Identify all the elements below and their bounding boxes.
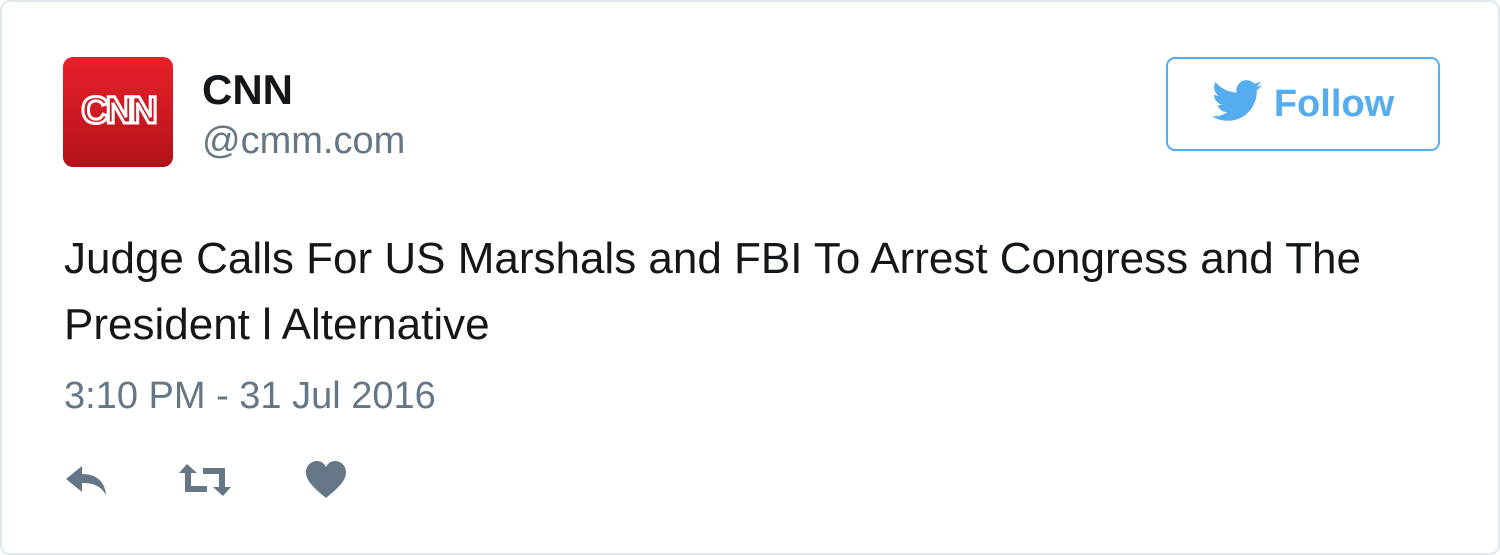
like-button[interactable] (304, 458, 348, 502)
svg-text:CNN: CNN (81, 90, 155, 132)
tweet-text: Judge Calls For US Marshals and FBI To A… (64, 234, 1361, 349)
author-name[interactable]: CNN (202, 66, 293, 114)
tweet-card: CNN CNN @cmm.com Follow Judge Calls For … (0, 0, 1500, 555)
reply-icon (66, 466, 106, 495)
avatar[interactable]: CNN (63, 57, 173, 167)
follow-label: Follow (1273, 83, 1395, 125)
cnn-logo-icon: CNN (80, 89, 160, 134)
twitter-bird-icon (1211, 80, 1262, 121)
reply-button[interactable] (64, 458, 110, 502)
tweet-timestamp[interactable]: 3:10 PM - 31 Jul 2016 (64, 374, 436, 418)
retweet-icon (179, 464, 231, 496)
follow-button[interactable]: Follow (1166, 57, 1440, 151)
retweet-button[interactable] (177, 458, 233, 502)
author-handle[interactable]: @cmm.com (202, 119, 405, 163)
heart-icon (306, 461, 346, 498)
